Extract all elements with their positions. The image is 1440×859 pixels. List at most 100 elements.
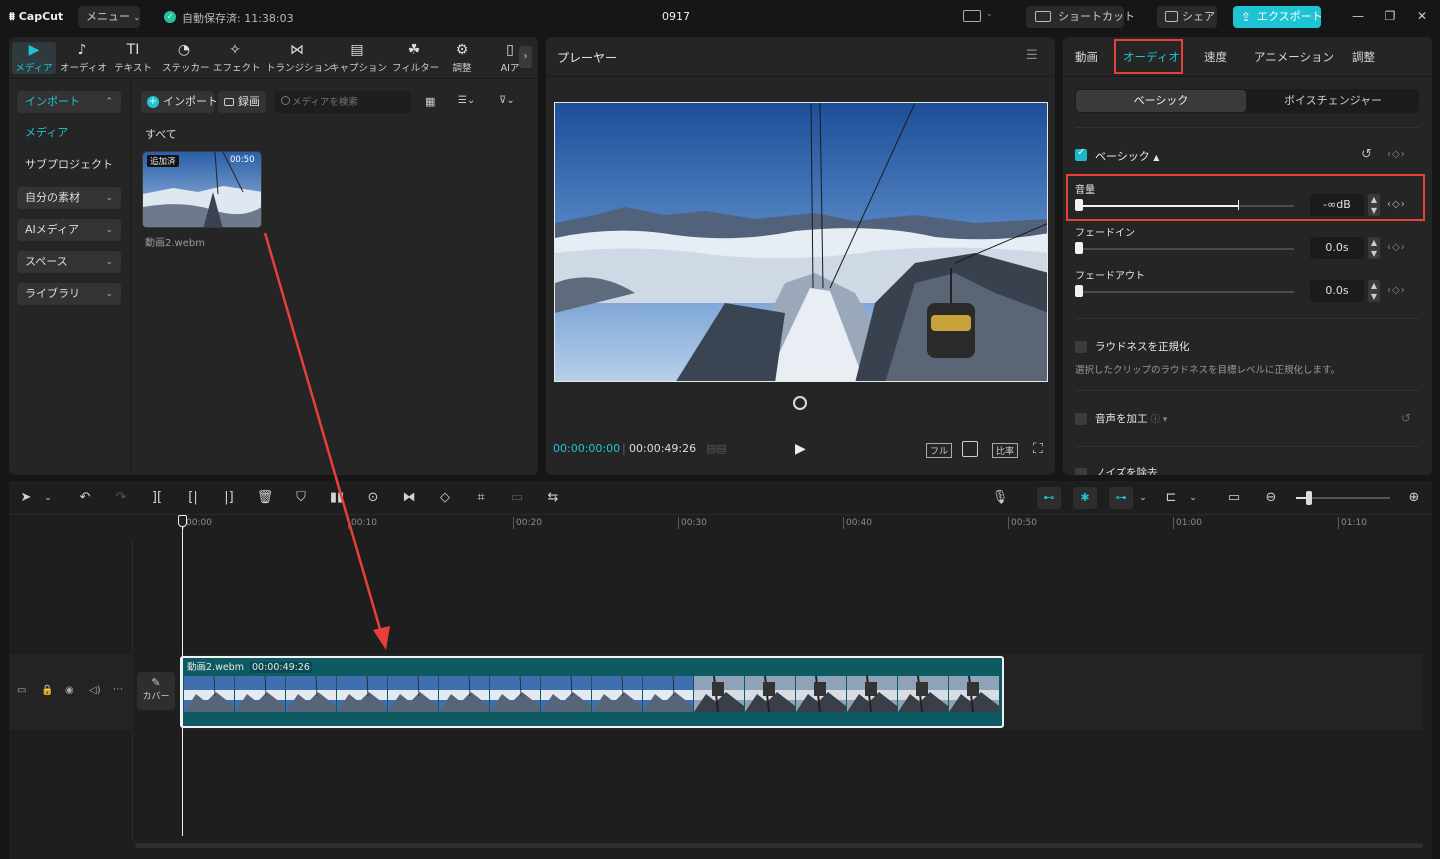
share-button[interactable]: シェア (1157, 6, 1217, 28)
tab-media[interactable]: ▶ メディア (12, 42, 56, 74)
track-eye-icon[interactable]: ◉ (65, 685, 74, 696)
volume-keyframe-icon[interactable]: ‹◇› (1387, 199, 1421, 213)
playhead-handle[interactable] (178, 515, 187, 527)
close-icon[interactable]: ✕ (1414, 8, 1430, 24)
video-preview[interactable] (554, 102, 1048, 382)
fadein-slider-track[interactable] (1078, 248, 1294, 250)
media-clip-card[interactable]: 追加済 00:50 (142, 151, 262, 228)
select-chevron-icon[interactable]: ⌄ (39, 489, 57, 507)
tab-transition[interactable]: ⋈ トランジション (266, 42, 333, 74)
track-lock-icon[interactable]: 🔒 (41, 685, 53, 696)
timeline-grid-icon[interactable]: ▤▤ (706, 442, 727, 455)
fadeout-keyframe-icon[interactable]: ‹◇› (1387, 285, 1421, 299)
fadein-slider-knob[interactable] (1075, 242, 1083, 254)
preview-axis-icon[interactable]: ⊏ (1162, 489, 1180, 507)
mask-icon[interactable]: ⛉ (292, 489, 310, 507)
tab-filter[interactable]: ☘ フィルター (392, 42, 439, 74)
loudness-checkbox[interactable] (1075, 341, 1087, 353)
link-icon[interactable]: ⊶ (1109, 487, 1133, 509)
rotate-icon[interactable]: ◇ (436, 489, 454, 507)
enhance-reset-icon[interactable]: ↺ (1401, 411, 1411, 425)
record-button[interactable]: 録画 (218, 91, 266, 113)
link-chevron-icon[interactable]: ⌄ (1134, 489, 1152, 507)
split-left-icon[interactable]: [| (184, 489, 202, 507)
snapshot-icon[interactable] (962, 441, 978, 457)
media-search-input[interactable] (292, 93, 407, 111)
menu-button[interactable]: メニュー ⌄ (78, 6, 140, 28)
play-icon[interactable]: ▶ (795, 441, 806, 457)
preview-axis-chevron-icon[interactable]: ⌄ (1184, 489, 1202, 507)
zoom-in-icon[interactable]: ⊕ (1405, 489, 1423, 507)
reset-icon[interactable]: ↺ (1361, 147, 1372, 162)
sidebar-item-ai-media[interactable]: AIメディア ⌄ (17, 219, 121, 241)
fullscreen-icon[interactable]: ⛶ (1033, 441, 1043, 457)
tab-audio[interactable]: ♪ オーディオ (60, 42, 107, 74)
media-search-box[interactable] (274, 91, 411, 113)
rotate-handle-icon[interactable] (793, 396, 807, 410)
full-quality-button[interactable]: フル (926, 443, 953, 458)
tab-speed[interactable]: 速度 (1204, 47, 1227, 67)
fadein-keyframe-icon[interactable]: ‹◇› (1387, 242, 1421, 256)
sidebar-item-import[interactable]: インポート ⌃ (17, 91, 121, 113)
filter-all-label[interactable]: すべて (145, 126, 177, 142)
noise-checkbox[interactable] (1075, 468, 1087, 475)
tab-adjust[interactable]: ⚙ 調整 (440, 42, 484, 74)
import-button[interactable]: + インポート (141, 91, 218, 113)
zoom-slider-knob[interactable] (1306, 491, 1312, 505)
filter-icon[interactable]: ⊽⌄ (499, 95, 515, 106)
fadein-stepper-icon[interactable]: ▲ ▼ (1368, 237, 1380, 259)
basic-section-title[interactable]: ベーシック ▲ (1095, 148, 1159, 164)
export-button[interactable]: ⇪ エクスポート (1233, 6, 1323, 28)
tab-video[interactable]: 動画 (1075, 47, 1098, 67)
auto-reframe-icon[interactable]: ▭ (508, 489, 526, 507)
minimize-icon[interactable]: — (1350, 8, 1366, 24)
tab-effect[interactable]: ✧ エフェクト (213, 42, 261, 74)
layout-chevron-icon[interactable]: ⌄ (986, 9, 993, 18)
mirror-icon[interactable]: ⧓ (400, 489, 418, 507)
freeze-icon[interactable]: ▮▮ (328, 489, 346, 507)
sort-icon[interactable]: ☰⌄ (458, 95, 475, 106)
select-tool-icon[interactable]: ➤ (17, 489, 35, 507)
cover-button[interactable]: ✎ カバー (137, 672, 175, 710)
tab-animation[interactable]: アニメーション (1254, 47, 1334, 67)
sidebar-item-media[interactable]: メディア (17, 122, 121, 144)
main-track-magnet-icon[interactable]: ⊷ (1037, 487, 1061, 509)
zoom-out-icon[interactable]: ⊖ (1262, 489, 1280, 507)
shortcut-button[interactable]: ショートカット (1026, 6, 1135, 28)
delete-icon[interactable]: 🗑 (256, 489, 274, 507)
keyframe-nav-icon[interactable]: ‹◇› (1387, 149, 1421, 163)
grid-view-icon[interactable]: ▦ (425, 95, 439, 109)
crop-icon[interactable]: ⌗ (472, 489, 490, 507)
tabs-next-arrow-icon[interactable]: › (519, 46, 532, 68)
volume-value[interactable]: -∞dB (1310, 194, 1364, 216)
tab-caption[interactable]: ▤ キャプション (330, 42, 387, 74)
track-audio-icon[interactable]: ◁) (89, 685, 101, 696)
timeline-scrollbar[interactable] (135, 843, 1423, 848)
enhance-voice-label[interactable]: 音声を加工 ⓘ ▾ (1095, 411, 1167, 426)
sidebar-item-subproject[interactable]: サブプロジェクト (17, 154, 121, 176)
track-fit-icon[interactable]: ▭ (1225, 489, 1243, 507)
fadeout-value[interactable]: 0.0s (1310, 280, 1364, 302)
tab-text[interactable]: TI テキスト (111, 42, 155, 74)
subtab-voice-changer[interactable]: ボイスチェンジャー (1248, 90, 1418, 112)
volume-stepper-icon[interactable]: ▲ ▼ (1368, 194, 1380, 216)
split-icon[interactable]: ][ (148, 489, 166, 507)
volume-slider-knob[interactable] (1075, 199, 1083, 211)
auto-snap-icon[interactable]: ✱ (1073, 487, 1097, 509)
fadeout-stepper-icon[interactable]: ▲ ▼ (1368, 280, 1380, 302)
sidebar-item-my-assets[interactable]: 自分の素材 ⌄ (17, 187, 121, 209)
match-cut-icon[interactable]: ⇆ (544, 489, 562, 507)
split-right-icon[interactable]: |] (220, 489, 238, 507)
redo-icon[interactable]: ↷ (112, 489, 130, 507)
basic-checkbox[interactable]: ✓ (1075, 147, 1087, 161)
sidebar-item-library[interactable]: ライブラリ ⌄ (17, 283, 121, 305)
fadeout-slider-track[interactable] (1078, 291, 1294, 293)
fadeout-slider-knob[interactable] (1075, 285, 1083, 297)
reverse-icon[interactable]: ⊙ (364, 489, 382, 507)
player-menu-icon[interactable]: ☰ (1026, 48, 1038, 63)
microphone-icon[interactable]: 🎙 (991, 489, 1009, 507)
restore-icon[interactable]: ❐ (1382, 8, 1398, 24)
playhead[interactable] (182, 520, 183, 836)
aspect-ratio-button[interactable]: 比率 (992, 443, 1019, 458)
tab-sticker[interactable]: ◔ ステッカー (162, 42, 210, 74)
